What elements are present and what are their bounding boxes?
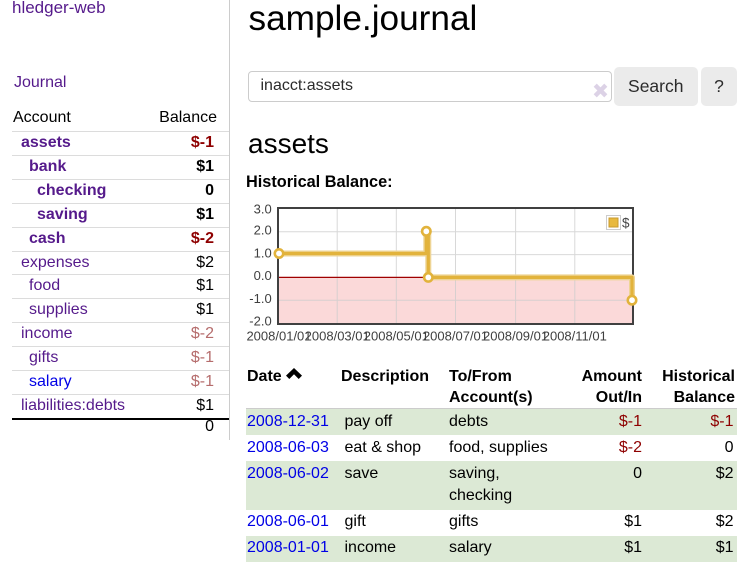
svg-text:2008/03/01: 2008/03/01 bbox=[305, 329, 370, 344]
svg-text:2008/01/01: 2008/01/01 bbox=[246, 329, 311, 344]
svg-text:3.0: 3.0 bbox=[254, 202, 272, 217]
svg-text:$: $ bbox=[622, 216, 630, 231]
svg-text:2.0: 2.0 bbox=[254, 223, 272, 238]
svg-text:0.0: 0.0 bbox=[254, 268, 272, 283]
svg-text:-2.0: -2.0 bbox=[249, 314, 271, 329]
svg-text:2008/09/01: 2008/09/01 bbox=[483, 329, 548, 344]
svg-text:2008/07/01: 2008/07/01 bbox=[423, 329, 488, 344]
svg-text:2008/11/01: 2008/11/01 bbox=[543, 329, 607, 344]
svg-text:2008/05/01: 2008/05/01 bbox=[364, 329, 429, 344]
svg-text:-1.0: -1.0 bbox=[249, 291, 271, 306]
svg-text:1.0: 1.0 bbox=[254, 245, 272, 260]
